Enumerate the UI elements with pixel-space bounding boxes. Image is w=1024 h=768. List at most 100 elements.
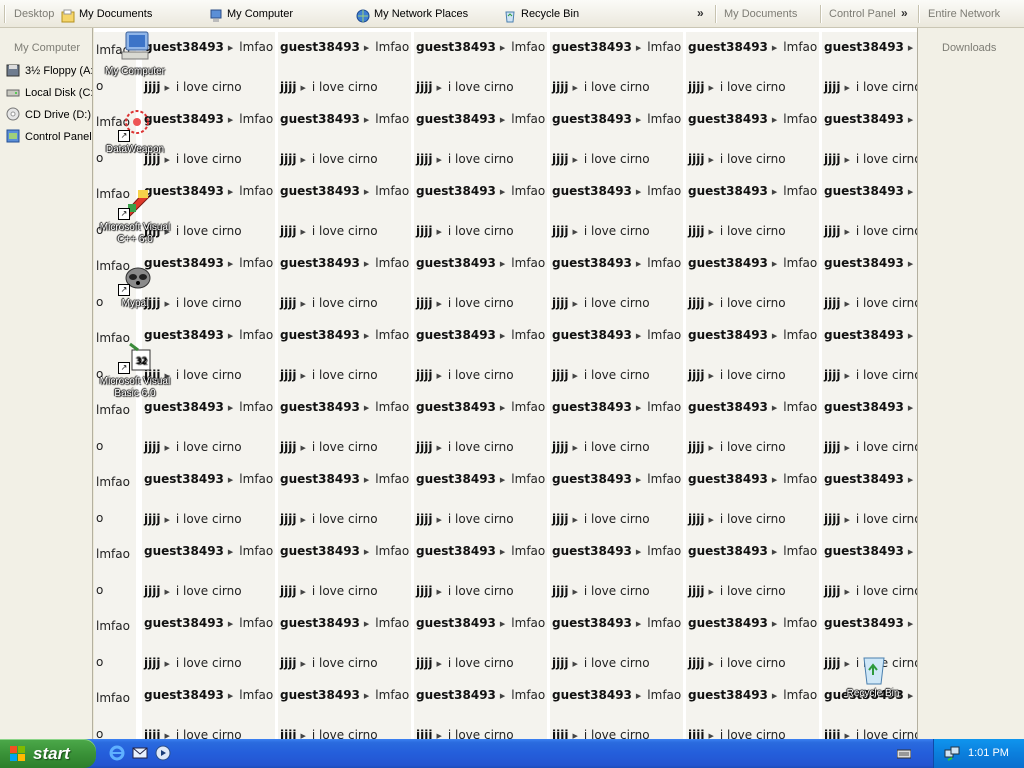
grid-cell-text: i love cirno (719, 80, 786, 94)
left-item-cd-drive[interactable]: CD Drive (D:) (6, 106, 91, 124)
grid-cell: guest38493▶lmfao (686, 464, 819, 500)
network-tray-icon[interactable] (944, 746, 960, 762)
triangle-arrow-icon: ▶ (227, 475, 234, 484)
triangle-arrow-icon: ▶ (708, 443, 714, 452)
grid-cell: guest38493▶lmfao (278, 104, 411, 140)
shortcut-arrow-icon: ↗ (118, 208, 130, 220)
triangle-arrow-icon: ▶ (436, 83, 442, 92)
triangle-arrow-icon: ▶ (635, 403, 642, 412)
triangle-arrow-icon: ▶ (771, 43, 778, 52)
triangle-arrow-icon: ▶ (164, 731, 170, 740)
toolbar-chevron-icon[interactable]: » (697, 0, 704, 28)
desktop-icon-label: DataWeapon (105, 144, 165, 155)
toolbar-my-computer-button[interactable]: My Computer (209, 0, 293, 28)
grid-cell: guest38493▶lmfao (822, 104, 917, 140)
links-toolbar: Desktop My Documents My Computer My Netw… (0, 0, 1024, 28)
internet-explorer-icon[interactable] (109, 745, 125, 761)
left-item-cd-drive-label: CD Drive (D:) (25, 109, 91, 121)
grid-cell-text: i love cirno (583, 224, 650, 238)
grid-cell-bold: jjjj (280, 512, 297, 526)
grid-cell-text: i love cirno (719, 296, 786, 310)
triangle-arrow-icon: ▶ (635, 259, 642, 268)
grid-cell-text: i love cirno (311, 152, 378, 166)
grid-cell-text: i love cirno (583, 440, 650, 454)
grid-cell-text: lmfao (375, 688, 410, 702)
grid-cell-bold: guest38493 (824, 472, 904, 486)
left-item-local-disk[interactable]: Local Disk (C:) (6, 84, 92, 102)
left-item-control-panel[interactable]: Control Panel (6, 128, 92, 146)
taskbar-clock[interactable]: 1:01 PM (968, 739, 1009, 768)
toolbar-link-my-documents[interactable]: My Documents (724, 0, 797, 28)
grid-cell-text: lmfao (783, 688, 818, 702)
grid-cell: guest38493▶lmfao (686, 536, 819, 572)
media-player-icon[interactable] (155, 745, 171, 761)
toolbar-my-documents-button[interactable]: My Documents (61, 0, 152, 28)
toolbar-desktop-button[interactable]: Desktop (14, 0, 54, 28)
grid-cell-bold: jjjj (688, 584, 705, 598)
grid-cell: jjjj ▶ i love cirno (142, 500, 275, 536)
desktop-icon-my-computer[interactable]: My Computer (94, 30, 176, 78)
desktop-icon-visual-cpp[interactable]: ↗ Microsoft Visual C++ 6.0 (94, 186, 176, 246)
desktop-icon-dataweapon[interactable]: ↗ DataWeapon (94, 108, 176, 156)
grid-cell-bold: jjjj (824, 584, 841, 598)
grid-cell: jjjj ▶ i love cirno (550, 716, 683, 739)
outlook-express-icon[interactable] (132, 745, 148, 761)
toolbar-network-places-button[interactable]: My Network Places (356, 0, 468, 28)
grid-cell-bold: guest38493 (552, 256, 632, 270)
grid-cell-text: i love cirno (175, 368, 242, 382)
grid-cell-bold: guest38493 (824, 256, 904, 270)
keyboard-tray-icon[interactable] (897, 748, 911, 760)
start-button[interactable]: start (0, 739, 96, 768)
triangle-arrow-icon: ▶ (771, 403, 778, 412)
grid-cell-bold: guest38493 (688, 256, 768, 270)
grid-cell-text: lmfao (783, 256, 818, 270)
toolbar-link-entire-network[interactable]: Entire Network (928, 0, 1000, 28)
grid-cell-text: lmfao (511, 256, 546, 270)
left-item-floppy[interactable]: 3½ Floppy (A:) (6, 62, 92, 80)
triangle-arrow-icon: ▶ (499, 187, 506, 196)
triangle-arrow-icon: ▶ (635, 187, 642, 196)
grid-cell-text: lmfao (375, 184, 410, 198)
grid-cell-partial: lmfao (94, 608, 136, 644)
grid-cell: jjjj ▶ i love cirno (550, 68, 683, 104)
grid-cell-bold: jjjj (416, 656, 433, 670)
toolbar-chevron-icon[interactable]: » (901, 0, 908, 28)
toolbar-link-control-panel[interactable]: Control Panel (829, 0, 896, 28)
triangle-arrow-icon: ▶ (227, 115, 234, 124)
grid-cell-bold: jjjj (824, 224, 841, 238)
triangle-arrow-icon: ▶ (907, 115, 914, 124)
triangle-arrow-icon: ▶ (227, 403, 234, 412)
grid-cell-text: i love cirno (583, 584, 650, 598)
grid-cell-bold: guest38493 (144, 544, 224, 558)
grid-cell-text: i love cirno (583, 728, 650, 739)
network-places-icon (356, 6, 370, 23)
grid-cell: jjjj ▶ i love cirno (550, 284, 683, 320)
grid-cell-text: o (96, 79, 104, 93)
triangle-arrow-icon: ▶ (771, 619, 778, 628)
triangle-arrow-icon: ▶ (227, 259, 234, 268)
grid-cell-bold: jjjj (280, 152, 297, 166)
toolbar-recycle-bin-button[interactable]: Recycle Bin (503, 0, 579, 28)
grid-cell-text: i love cirno (719, 224, 786, 238)
grid-cell-bold: jjjj (552, 440, 569, 454)
grid-cell-text: i love cirno (583, 296, 650, 310)
desktop-icon-visual-basic[interactable]: 32 ↗ Microsoft Visual Basic 6.0 (94, 340, 176, 400)
grid-cell-text: i love cirno (719, 728, 786, 739)
floppy-icon (6, 63, 20, 77)
grid-cell-text: i love cirno (855, 80, 917, 94)
grid-cell-text: o (96, 439, 104, 453)
grid-cell-bold: jjjj (552, 296, 569, 310)
grid-cell-bold: jjjj (280, 296, 297, 310)
hard-disk-icon (6, 85, 20, 99)
grid-cell-bold: jjjj (144, 656, 161, 670)
my-documents-icon (61, 6, 75, 23)
grid-cell: jjjj ▶ i love cirno (414, 644, 547, 680)
grid-cell-partial: lmfao (94, 464, 136, 500)
desktop-icon-recycle-bin[interactable]: Recycle Bin (832, 652, 914, 700)
desktop-icon-mypal[interactable]: ↗ Mypal (94, 262, 176, 310)
grid-cell: guest38493▶lmfao (278, 680, 411, 716)
grid-cell-text: lmfao (647, 688, 682, 702)
visual-basic-icon: 32 ↗ (118, 340, 152, 374)
triangle-arrow-icon: ▶ (300, 443, 306, 452)
triangle-arrow-icon: ▶ (844, 587, 850, 596)
